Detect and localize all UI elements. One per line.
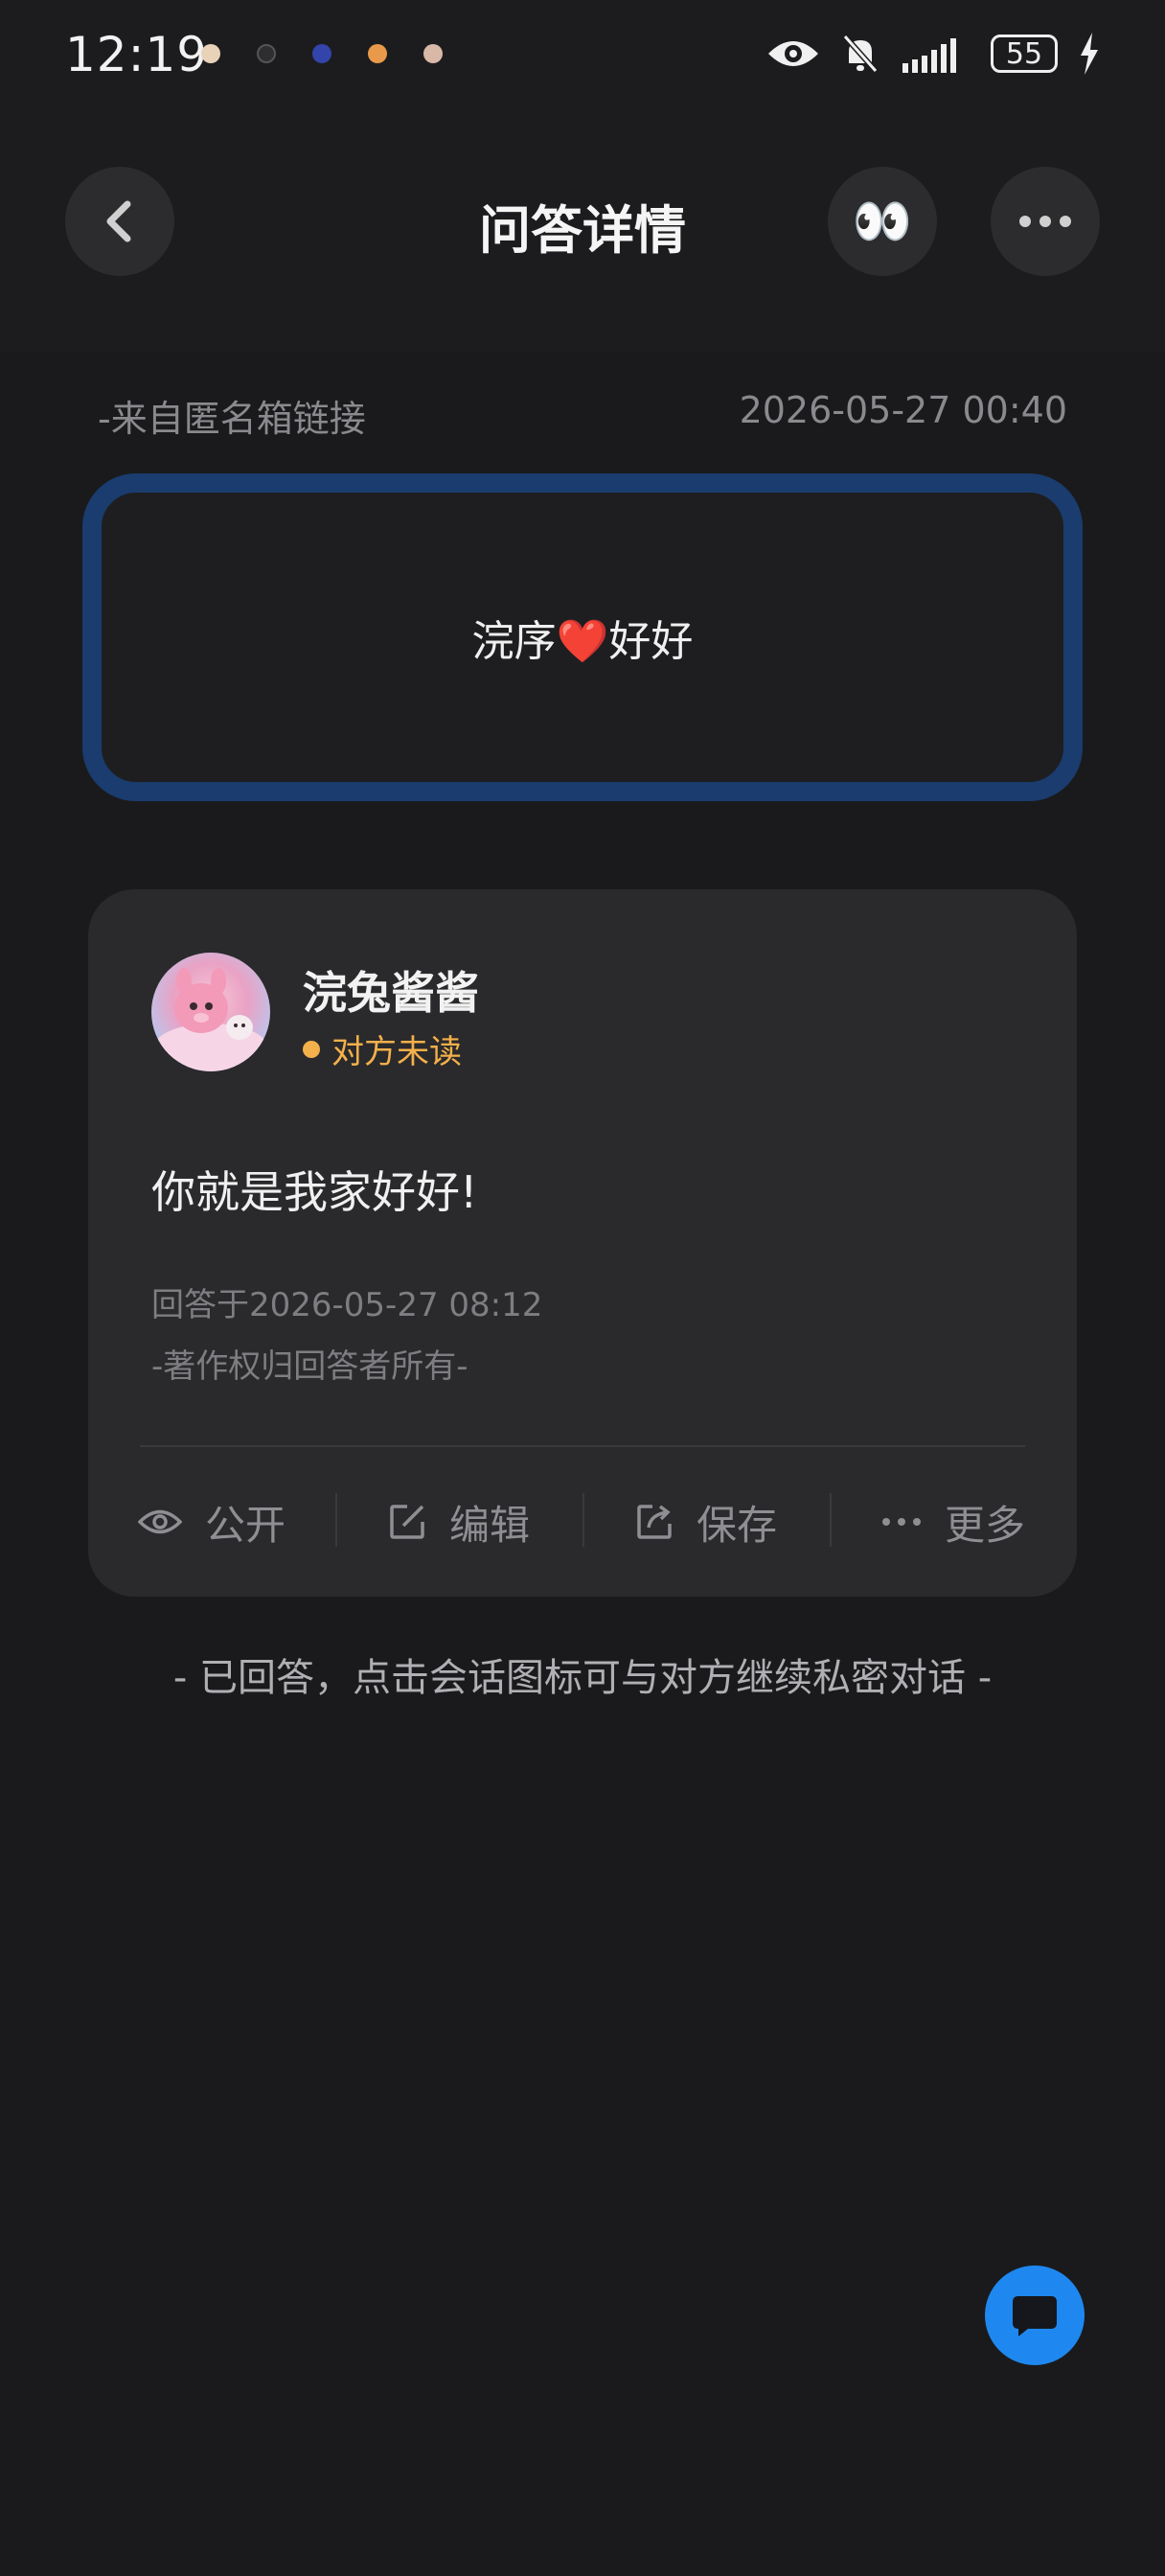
more-options-button[interactable] xyxy=(991,167,1100,276)
question-meta: -来自匿名箱链接 2026-05-27 00:40 xyxy=(98,389,1067,442)
eyes-button[interactable]: 👀 xyxy=(828,167,937,276)
question-text-part: 浣序 xyxy=(471,617,557,666)
notification-app-icon xyxy=(368,44,387,63)
notification-app-icon xyxy=(312,44,331,63)
signal-icon xyxy=(902,38,956,73)
answerer-name[interactable]: 浣兔酱酱 xyxy=(303,958,479,1022)
heart-emoji: ❤️ xyxy=(556,617,609,666)
eyes-emoji-icon: 👀 xyxy=(852,193,913,249)
status-time: 12:19 xyxy=(65,27,209,82)
save-label: 保存 xyxy=(696,1501,777,1549)
content-area: -来自匿名箱链接 2026-05-27 00:40 浣序❤️好好 浣兔酱酱 对方… xyxy=(0,353,1165,2576)
status-indicators: 55 xyxy=(766,33,1100,75)
more-button[interactable]: 更多 xyxy=(830,1492,1077,1552)
public-button[interactable]: 公开 xyxy=(88,1493,335,1552)
ellipsis-icon xyxy=(1019,216,1071,227)
battery-indicator: 55 xyxy=(991,34,1058,73)
eye-icon xyxy=(137,1509,182,1534)
answer-text: 你就是我家好好! xyxy=(151,1166,478,1218)
question-text-part: 好好 xyxy=(608,617,694,666)
question-card: 浣序❤️好好 xyxy=(82,473,1083,801)
share-out-icon xyxy=(637,1505,672,1539)
read-status: 对方未读 xyxy=(303,1025,462,1072)
answer-time: 回答于2026-05-27 08:12 xyxy=(151,1286,543,1324)
more-label: 更多 xyxy=(944,1501,1025,1549)
answer-card: 浣兔酱酱 对方未读 你就是我家好好! 回答于2026-05-27 08:12 -… xyxy=(88,889,1077,1597)
status-bar: 12:19 55 xyxy=(0,0,1165,115)
avatar[interactable] xyxy=(151,953,270,1071)
chat-fab-button[interactable] xyxy=(985,2266,1085,2365)
copyright-note: -著作权归回答者所有- xyxy=(151,1347,468,1386)
avatar-image xyxy=(153,968,268,1071)
question-time: 2026-05-27 00:40 xyxy=(739,389,1067,431)
notification-app-icon xyxy=(423,44,443,63)
top-nav-bar: 问答详情 👀 xyxy=(0,115,1165,353)
eye-comfort-icon xyxy=(768,41,818,66)
answered-hint: - 已回答，点击会话图标可与对方继续私密对话 - xyxy=(172,1656,993,1700)
save-button[interactable]: 保存 xyxy=(582,1492,830,1552)
edit-button[interactable]: 编辑 xyxy=(335,1492,582,1552)
public-label: 公开 xyxy=(204,1501,286,1549)
notification-app-icon xyxy=(201,44,220,63)
unread-dot-icon xyxy=(303,1040,320,1058)
action-bar: 公开 编辑 保存 更多 xyxy=(88,1447,1077,1597)
ellipsis-icon xyxy=(881,1518,921,1526)
notification-app-icon xyxy=(257,44,276,63)
edit-icon xyxy=(390,1505,424,1539)
read-status-label: 对方未读 xyxy=(331,1033,462,1071)
question-text: 浣序❤️好好 xyxy=(472,607,694,668)
edit-label: 编辑 xyxy=(448,1501,530,1549)
question-source: -来自匿名箱链接 xyxy=(98,398,366,440)
mute-bell-icon xyxy=(842,34,879,73)
notification-icons xyxy=(201,44,443,63)
chat-bubble-icon xyxy=(1013,2296,1057,2336)
charging-icon xyxy=(1081,33,1098,75)
